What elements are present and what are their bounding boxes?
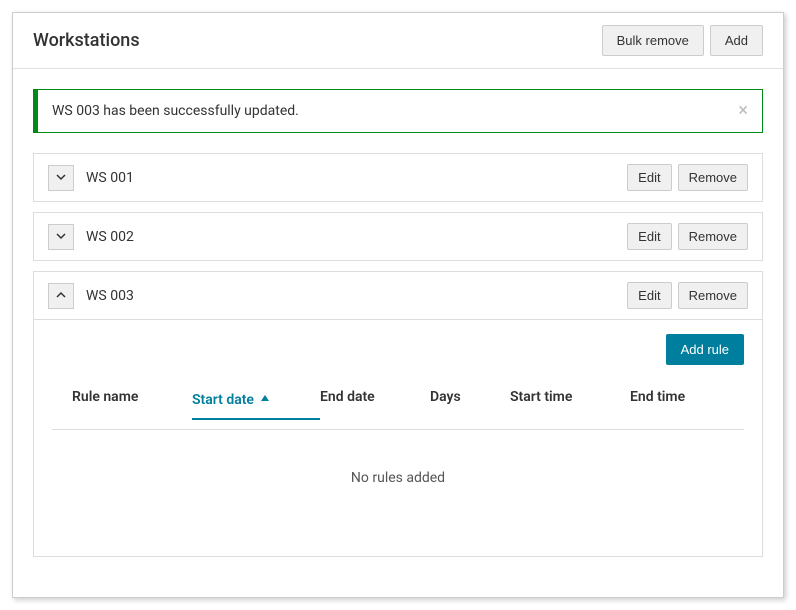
edit-button[interactable]: Edit [627, 282, 671, 309]
column-start-date-label: Start date [192, 392, 254, 408]
panel-header: Workstations Bulk remove Add [13, 13, 783, 69]
workstation-item: WS 003 Edit Remove Add rule Rule name [33, 271, 763, 557]
column-end-date[interactable]: End date [320, 389, 430, 419]
chevron-down-icon [56, 170, 66, 186]
chevron-down-icon [56, 229, 66, 245]
rules-table: Rule name Start date End date Days Start… [52, 379, 744, 526]
workstation-header: WS 001 Edit Remove [34, 154, 762, 201]
workstation-name: WS 003 [86, 288, 615, 304]
chevron-up-icon [56, 288, 66, 304]
workstation-name: WS 002 [86, 229, 615, 245]
expand-toggle[interactable] [48, 165, 74, 191]
expand-toggle[interactable] [48, 224, 74, 250]
expand-toggle[interactable] [48, 283, 74, 309]
workstation-actions: Edit Remove [627, 282, 748, 309]
column-rule-name[interactable]: Rule name [52, 389, 192, 419]
column-start-time[interactable]: Start time [510, 389, 630, 419]
workstation-actions: Edit Remove [627, 223, 748, 250]
remove-button[interactable]: Remove [678, 164, 748, 191]
sort-ascending-icon [261, 389, 269, 405]
workstation-name: WS 001 [86, 170, 615, 186]
bulk-remove-button[interactable]: Bulk remove [602, 25, 704, 56]
rules-empty-message: No rules added [52, 430, 744, 526]
success-alert: WS 003 has been successfully updated. × [33, 89, 763, 133]
page-title: Workstations [33, 30, 140, 51]
close-icon[interactable]: × [738, 102, 748, 120]
workstation-actions: Edit Remove [627, 164, 748, 191]
rules-table-header: Rule name Start date End date Days Start… [52, 379, 744, 430]
header-actions: Bulk remove Add [602, 25, 763, 56]
column-start-date[interactable]: Start date [192, 389, 320, 420]
remove-button[interactable]: Remove [678, 223, 748, 250]
workstation-header: WS 002 Edit Remove [34, 213, 762, 260]
column-end-time[interactable]: End time [630, 389, 740, 419]
workstation-body: Add rule Rule name Start date End date [34, 319, 762, 556]
column-days[interactable]: Days [430, 389, 510, 419]
workstations-panel: Workstations Bulk remove Add WS 003 has … [12, 12, 784, 598]
workstation-header: WS 003 Edit Remove [34, 272, 762, 319]
alert-message: WS 003 has been successfully updated. [52, 103, 299, 119]
remove-button[interactable]: Remove [678, 282, 748, 309]
add-rule-button[interactable]: Add rule [666, 334, 744, 365]
spacer [33, 557, 763, 577]
add-button[interactable]: Add [710, 25, 763, 56]
workstation-list: WS 001 Edit Remove WS 002 [33, 153, 763, 557]
rules-toolbar: Add rule [52, 334, 744, 365]
workstation-item: WS 002 Edit Remove [33, 212, 763, 261]
panel-content: WS 003 has been successfully updated. × … [13, 69, 783, 597]
workstation-item: WS 001 Edit Remove [33, 153, 763, 202]
edit-button[interactable]: Edit [627, 164, 671, 191]
edit-button[interactable]: Edit [627, 223, 671, 250]
